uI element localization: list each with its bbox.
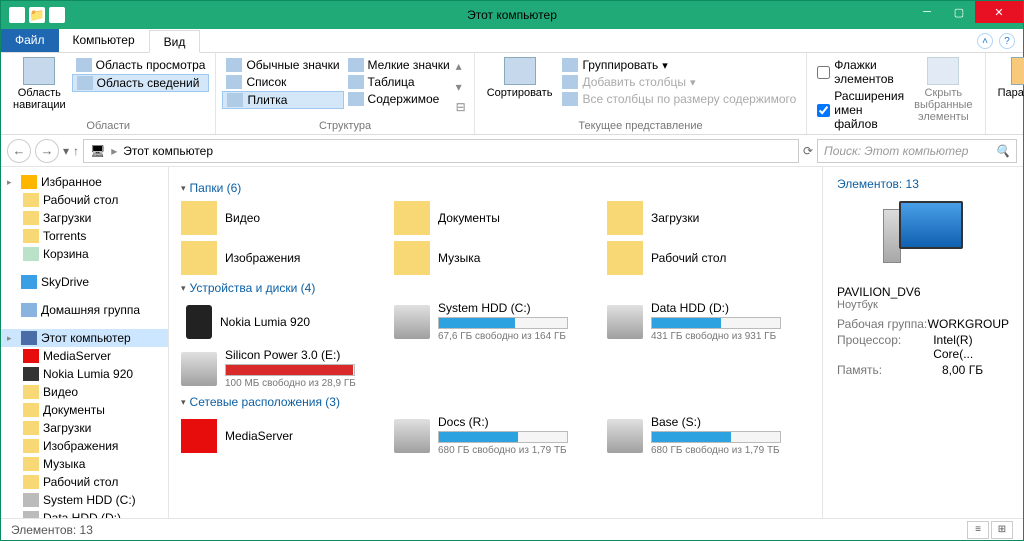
- folder-downloads[interactable]: Загрузки: [607, 201, 810, 235]
- qat-dropdown-icon[interactable]: ▾: [49, 7, 65, 23]
- explorer-window: 🗔 📁 ▾ Этот компьютер ─ ▢ ✕ Файл Компьюте…: [0, 0, 1024, 541]
- ribbon: Область навигации Область просмотра Обла…: [1, 53, 1023, 135]
- tree-mediaserver[interactable]: MediaServer: [1, 347, 168, 365]
- tree-downloads[interactable]: Загрузки: [1, 419, 168, 437]
- layout-content[interactable]: Содержимое: [344, 91, 454, 107]
- tree-fav-desktop[interactable]: Рабочий стол: [1, 191, 168, 209]
- tab-view[interactable]: Вид: [149, 30, 201, 53]
- tree-drive-d[interactable]: Data HDD (D:): [1, 509, 168, 518]
- sort-button[interactable]: Сортировать: [481, 55, 559, 118]
- layout-tile[interactable]: Плитка: [222, 91, 343, 109]
- computer-icon: [883, 201, 963, 271]
- all-cols-button: Все столбцы по размеру содержимого: [558, 91, 800, 107]
- details-type: Ноутбук: [837, 299, 1009, 311]
- close-button[interactable]: ✕: [975, 1, 1023, 23]
- tree-images[interactable]: Изображения: [1, 437, 168, 455]
- net-drive-s[interactable]: Base (S:)680 ГБ свободно из 1,79 ТБ: [607, 415, 810, 456]
- tree-homegroup[interactable]: Домашняя группа: [1, 301, 168, 319]
- pc-icon: 🖥: [90, 144, 105, 158]
- tree-fav-torrents[interactable]: Torrents: [1, 227, 168, 245]
- nav-back[interactable]: ←: [7, 139, 31, 163]
- status-text: Элементов: 13: [11, 523, 93, 537]
- search-icon: 🔍: [995, 144, 1010, 158]
- section-network[interactable]: ▾Сетевые расположения (3): [181, 395, 810, 409]
- net-mediaserver[interactable]: MediaServer: [181, 415, 384, 456]
- nav-tree[interactable]: ▸Избранное Рабочий стол Загрузки Torrent…: [1, 167, 169, 518]
- chk-ext[interactable]: Расширения имен файлов: [813, 88, 908, 132]
- drive-d[interactable]: Data HDD (D:)431 ГБ свободно из 931 ГБ: [607, 301, 810, 342]
- tree-video[interactable]: Видео: [1, 383, 168, 401]
- nav-pane-button[interactable]: Область навигации: [7, 55, 72, 118]
- help-icon[interactable]: ?: [999, 33, 1015, 49]
- tree-drive-c[interactable]: System HDD (C:): [1, 491, 168, 509]
- group-button[interactable]: Группировать ▾: [558, 57, 800, 73]
- details-pane-button[interactable]: Область сведений: [72, 74, 210, 92]
- layout-normal[interactable]: Обычные значки: [222, 57, 343, 73]
- qat-properties-icon[interactable]: 🗔: [9, 7, 25, 23]
- tree-lumia[interactable]: Nokia Lumia 920: [1, 365, 168, 383]
- details-name: PAVILION_DV6: [837, 285, 1009, 299]
- minimize-button[interactable]: ─: [911, 1, 943, 23]
- qat-newfolder-icon[interactable]: 📁: [29, 7, 45, 23]
- folder-video[interactable]: Видео: [181, 201, 384, 235]
- tree-favorites[interactable]: ▸Избранное: [1, 173, 168, 191]
- tree-desktop[interactable]: Рабочий стол: [1, 473, 168, 491]
- options-button[interactable]: Параметры: [992, 55, 1024, 118]
- ribbon-tabs: Файл Компьютер Вид ˄ ?: [1, 29, 1023, 53]
- folder-images[interactable]: Изображения: [181, 241, 384, 275]
- titlebar: 🗔 📁 ▾ Этот компьютер ─ ▢ ✕: [1, 1, 1023, 29]
- layout-small[interactable]: Мелкие значки: [344, 57, 454, 73]
- breadcrumb-text: Этот компьютер: [123, 144, 213, 158]
- tree-fav-downloads[interactable]: Загрузки: [1, 209, 168, 227]
- refresh-button[interactable]: ⟳: [803, 144, 813, 158]
- maximize-button[interactable]: ▢: [943, 1, 975, 23]
- nav-forward[interactable]: →: [35, 139, 59, 163]
- window-title: Этот компьютер: [467, 8, 557, 22]
- add-cols-button: Добавить столбцы ▾: [558, 74, 800, 90]
- folder-music[interactable]: Музыка: [394, 241, 597, 275]
- layout-scroll-more[interactable]: ⊟: [456, 100, 466, 114]
- tree-music[interactable]: Музыка: [1, 455, 168, 473]
- section-folders[interactable]: ▾Папки (6): [181, 181, 810, 195]
- tree-this-pc[interactable]: ▸Этот компьютер: [1, 329, 168, 347]
- chk-flags[interactable]: Флажки элементов: [813, 57, 908, 87]
- tree-skydrive[interactable]: SkyDrive: [1, 273, 168, 291]
- nav-history-dropdown[interactable]: ▾: [63, 144, 69, 158]
- view-icons-button[interactable]: ⊞: [991, 521, 1013, 539]
- preview-pane-button[interactable]: Область просмотра: [72, 57, 210, 73]
- drive-e[interactable]: Silicon Power 3.0 (E:)100 МБ свободно из…: [181, 348, 384, 389]
- tree-docs[interactable]: Документы: [1, 401, 168, 419]
- tab-computer[interactable]: Компьютер: [59, 29, 149, 52]
- nav-up[interactable]: ↑: [73, 144, 79, 158]
- content-area[interactable]: ▾Папки (6) Видео Документы Загрузки Изоб…: [169, 167, 823, 518]
- net-drive-r[interactable]: Docs (R:)680 ГБ свободно из 1,79 ТБ: [394, 415, 597, 456]
- layout-list[interactable]: Список: [222, 74, 343, 90]
- tab-file[interactable]: Файл: [1, 29, 59, 52]
- hide-selected-button: Скрыть выбранные элементы: [908, 55, 978, 165]
- layout-scroll-up[interactable]: ▴: [456, 59, 466, 73]
- layout-table[interactable]: Таблица: [344, 74, 454, 90]
- navbar: ← → ▾ ↑ 🖥 ▸ Этот компьютер ⟳ Поиск: Этот…: [1, 135, 1023, 167]
- folder-desktop[interactable]: Рабочий стол: [607, 241, 810, 275]
- view-details-button[interactable]: ≡: [967, 521, 989, 539]
- statusbar: Элементов: 13 ≡ ⊞: [1, 518, 1023, 540]
- tree-fav-recycle[interactable]: Корзина: [1, 245, 168, 263]
- breadcrumb[interactable]: 🖥 ▸ Этот компьютер: [83, 139, 799, 163]
- details-pane: Элементов: 13 PAVILION_DV6 Ноутбук Рабоч…: [823, 167, 1023, 518]
- drive-c[interactable]: System HDD (C:)67,6 ГБ свободно из 164 Г…: [394, 301, 597, 342]
- device-lumia[interactable]: Nokia Lumia 920: [181, 301, 384, 342]
- layout-scroll-down[interactable]: ▾: [456, 80, 466, 94]
- section-drives[interactable]: ▾Устройства и диски (4): [181, 281, 810, 295]
- details-count: Элементов: 13: [837, 177, 1009, 191]
- folder-documents[interactable]: Документы: [394, 201, 597, 235]
- ribbon-collapse-icon[interactable]: ˄: [977, 33, 993, 49]
